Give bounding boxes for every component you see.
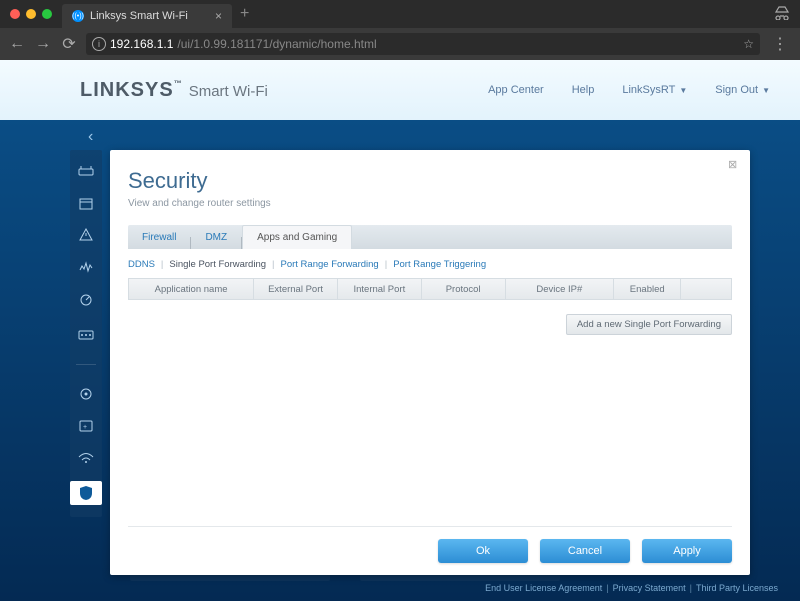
subtab-port-range[interactable]: Port Range Forwarding — [281, 259, 379, 270]
cancel-button[interactable]: Cancel — [540, 539, 630, 563]
th-internal-port: Internal Port — [338, 279, 422, 299]
footer-divider: | — [606, 583, 608, 593]
app-center-link[interactable]: App Center — [488, 84, 544, 96]
th-actions — [681, 279, 731, 299]
th-application-name: Application name — [129, 279, 254, 299]
sidebar-item-schedule[interactable] — [77, 194, 95, 212]
reload-button[interactable]: ⟳ — [60, 34, 78, 54]
sidebar-item-activity[interactable] — [77, 258, 95, 276]
close-panel-icon[interactable]: ⊠ — [728, 158, 740, 170]
panel-footer: Ok Cancel Apply — [128, 526, 732, 563]
top-bar: LINKSYS™ Smart Wi-Fi App Center Help Lin… — [0, 60, 800, 120]
browser-menu-button[interactable]: ⋮ — [768, 34, 792, 54]
footer-links: End User License Agreement | Privacy Sta… — [485, 583, 778, 593]
body-area: ‹ + ⊠ Security View and change router se… — [0, 120, 800, 601]
browser-chrome: ((•)) Linksys Smart Wi-Fi × + ← → ⟳ i 19… — [0, 0, 800, 60]
subtab-port-trigger[interactable]: Port Range Triggering — [393, 259, 486, 270]
subtabs: DDNS | Single Port Forwarding | Port Ran… — [128, 259, 732, 270]
router-name-label: LinkSysRT — [622, 84, 675, 96]
bookmark-star-icon[interactable]: ☆ — [743, 37, 754, 51]
tab-dmz[interactable]: DMZ — [191, 225, 241, 249]
incognito-icon — [774, 6, 790, 23]
sidebar: + — [70, 150, 102, 517]
router-dropdown[interactable]: LinkSysRT ▼ — [622, 84, 687, 96]
brand-subtitle: Smart Wi-Fi — [189, 83, 268, 100]
caret-down-icon: ▼ — [762, 86, 770, 95]
minimize-window-button[interactable] — [26, 9, 36, 19]
back-button[interactable]: ← — [8, 35, 26, 53]
sign-out-dropdown[interactable]: Sign Out ▼ — [715, 84, 770, 96]
caret-down-icon: ▼ — [679, 86, 687, 95]
sidebar-separator — [76, 364, 96, 365]
tabs-row: Firewall DMZ Apps and Gaming — [128, 225, 732, 249]
add-port-forwarding-button[interactable]: Add a new Single Port Forwarding — [566, 314, 732, 335]
forward-button[interactable]: → — [34, 35, 52, 53]
tab-apps-gaming[interactable]: Apps and Gaming — [242, 225, 352, 249]
help-link[interactable]: Help — [572, 84, 595, 96]
tab-title: Linksys Smart Wi-Fi — [90, 10, 188, 22]
sidebar-item-wifi[interactable] — [77, 449, 95, 467]
address-bar: ← → ⟳ i 192.168.1.1/ui/1.0.99.181171/dyn… — [0, 28, 800, 60]
th-enabled: Enabled — [614, 279, 681, 299]
sidebar-item-devices[interactable] — [77, 326, 95, 344]
subtab-divider: | — [272, 259, 274, 270]
wifi-favicon-icon: ((•)) — [72, 10, 84, 22]
page-body: LINKSYS™ Smart Wi-Fi App Center Help Lin… — [0, 60, 800, 601]
browser-tab[interactable]: ((•)) Linksys Smart Wi-Fi × — [62, 4, 232, 28]
close-window-button[interactable] — [10, 9, 20, 19]
svg-text:+: + — [83, 424, 87, 431]
eula-link[interactable]: End User License Agreement — [485, 583, 602, 593]
maximize-window-button[interactable] — [42, 9, 52, 19]
sidebar-item-router[interactable] — [77, 162, 95, 180]
security-panel: ⊠ Security View and change router settin… — [110, 150, 750, 575]
url-input[interactable]: i 192.168.1.1/ui/1.0.99.181171/dynamic/h… — [86, 33, 760, 55]
top-links: App Center Help LinkSysRT ▼ Sign Out ▼ — [488, 84, 770, 96]
url-path: /ui/1.0.99.181171/dynamic/home.html — [177, 37, 376, 51]
brand-text: LINKSYS — [80, 79, 174, 101]
sidebar-item-alert[interactable] — [77, 226, 95, 244]
panel-title: Security — [128, 168, 732, 194]
privacy-link[interactable]: Privacy Statement — [613, 583, 686, 593]
close-tab-icon[interactable]: × — [215, 9, 222, 23]
sidebar-item-media[interactable]: + — [77, 417, 95, 435]
third-party-link[interactable]: Third Party Licenses — [696, 583, 778, 593]
site-info-icon[interactable]: i — [92, 37, 106, 51]
port-forwarding-table-header: Application name External Port Internal … — [128, 278, 732, 300]
new-tab-button[interactable]: + — [232, 5, 257, 23]
tab-bar: ((•)) Linksys Smart Wi-Fi × + — [0, 0, 800, 28]
window-controls — [0, 9, 62, 19]
th-device-ip: Device IP# — [506, 279, 615, 299]
collapse-sidebar-button[interactable]: ‹ — [88, 128, 93, 146]
footer-divider: | — [690, 583, 692, 593]
sidebar-item-security[interactable] — [70, 481, 102, 505]
sidebar-item-speed[interactable] — [77, 290, 95, 308]
sign-out-label: Sign Out — [715, 84, 758, 96]
subtab-divider: | — [161, 259, 163, 270]
sidebar-item-settings[interactable] — [77, 385, 95, 403]
apply-button[interactable]: Apply — [642, 539, 732, 563]
panel-subtitle: View and change router settings — [128, 198, 732, 209]
url-host: 192.168.1.1 — [110, 37, 173, 51]
th-protocol: Protocol — [422, 279, 506, 299]
th-external-port: External Port — [254, 279, 338, 299]
subtab-ddns[interactable]: DDNS — [128, 259, 155, 270]
tab-firewall[interactable]: Firewall — [128, 225, 190, 249]
subtab-divider: | — [385, 259, 387, 270]
brand-logo: LINKSYS™ Smart Wi-Fi — [80, 79, 268, 102]
ok-button[interactable]: Ok — [438, 539, 528, 563]
subtab-single-port[interactable]: Single Port Forwarding — [169, 259, 266, 270]
